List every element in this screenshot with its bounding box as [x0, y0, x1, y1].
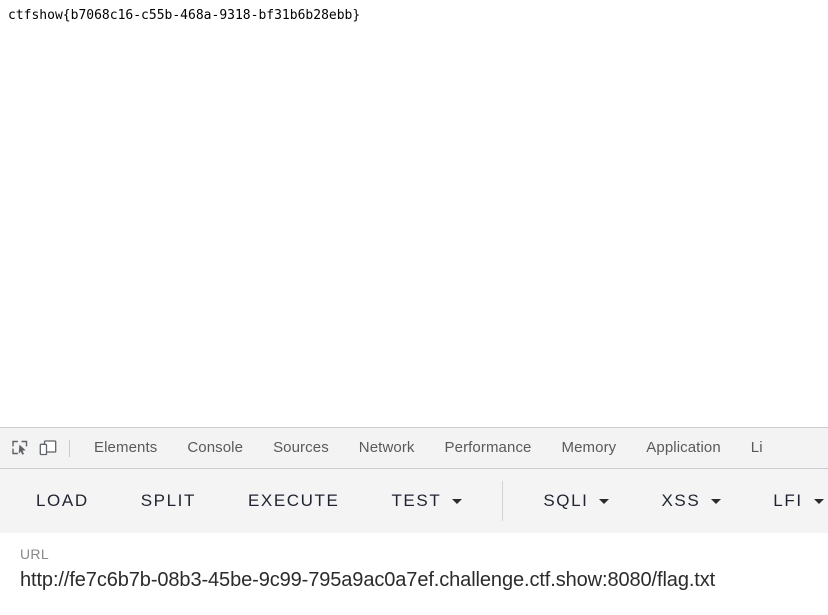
tab-lighthouse[interactable]: Li: [736, 428, 778, 468]
flag-text: ctfshow{b7068c16-c55b-468a-9318-bf31b6b2…: [8, 8, 361, 23]
toolbar-group-divider: [502, 481, 504, 521]
chevron-down-icon: [452, 498, 463, 504]
load-button[interactable]: LOAD: [24, 480, 101, 522]
chevron-down-icon: [813, 498, 824, 504]
inspect-element-icon[interactable]: [6, 434, 34, 462]
device-toolbar-icon[interactable]: [34, 434, 62, 462]
url-field[interactable]: URL http://fe7c6b7b-08b3-45be-9c99-795a9…: [0, 533, 828, 615]
browser-page-content: ctfshow{b7068c16-c55b-468a-9318-bf31b6b2…: [0, 0, 828, 427]
devtools-tabbar: Elements Console Sources Network Perform…: [0, 428, 828, 469]
devtools-panel: Elements Console Sources Network Perform…: [0, 427, 828, 615]
sqli-dropdown-button[interactable]: SQLI: [531, 480, 621, 522]
tab-elements[interactable]: Elements: [79, 428, 172, 468]
devtools-toolbar-divider: [69, 439, 70, 457]
test-button-label: TEST: [391, 491, 442, 510]
xss-button-label: XSS: [661, 491, 701, 510]
load-button-label: LOAD: [36, 491, 89, 510]
tab-memory[interactable]: Memory: [547, 428, 632, 468]
lfi-button-label: LFI: [773, 491, 803, 510]
execute-button[interactable]: EXECUTE: [236, 480, 352, 522]
split-button[interactable]: SPLIT: [129, 480, 208, 522]
chevron-down-icon: [711, 498, 722, 504]
xss-dropdown-button[interactable]: XSS: [649, 480, 733, 522]
sqli-button-label: SQLI: [543, 491, 589, 510]
execute-button-label: EXECUTE: [247, 491, 340, 510]
url-input[interactable]: http://fe7c6b7b-08b3-45be-9c99-795a9ac0a…: [20, 565, 808, 595]
tab-performance[interactable]: Performance: [430, 428, 547, 468]
split-button-label: SPLIT: [140, 491, 196, 510]
action-toolbar: LOAD SPLIT EXECUTE TEST SQLI XSS LFI: [0, 469, 828, 533]
tab-application[interactable]: Application: [631, 428, 735, 468]
tab-sources[interactable]: Sources: [258, 428, 344, 468]
tab-console[interactable]: Console: [172, 428, 258, 468]
tab-network[interactable]: Network: [344, 428, 430, 468]
chevron-down-icon: [599, 498, 610, 504]
url-field-label: URL: [20, 546, 49, 562]
test-dropdown-button[interactable]: TEST: [379, 480, 474, 522]
lfi-dropdown-button[interactable]: LFI: [761, 480, 828, 522]
